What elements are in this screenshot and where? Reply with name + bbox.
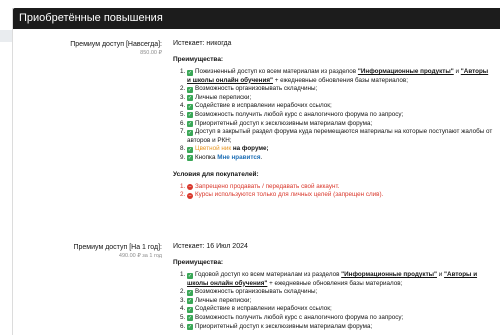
feature-text: Личные переписки;: [195, 93, 252, 101]
feature-text: Кнопка: [195, 153, 218, 161]
list-item: ✓Цветной ник на форуме;: [187, 145, 493, 154]
section-link[interactable]: "Информационные продукты": [341, 271, 437, 278]
check-icon: ✓: [187, 129, 193, 136]
condition-text: Запрещено продавать / передавать свой ак…: [195, 182, 340, 190]
list-item: ✓Доступ в закрытый раздел форума куда пе…: [187, 128, 493, 145]
feature-text: Приоритетный доступ к эксклюзивным матер…: [195, 322, 373, 330]
check-icon: ✓: [187, 95, 193, 102]
subscription-price: 490.00 ₽ за 1 год: [118, 253, 162, 259]
section-link[interactable]: "Информационные продукты": [358, 68, 454, 75]
feature-text: Пожизненный доступ ко всем материалам из…: [195, 68, 358, 75]
feature-text: Личные переписки;: [195, 296, 252, 304]
subscription-title: Премиум доступ [Навсегда]:: [70, 41, 162, 48]
list-item: ✓Годовой доступ ко всем материалам из ра…: [187, 271, 493, 288]
left-sidebar-strip: [0, 30, 12, 42]
subscription-label: Премиум доступ [На 1 год]: 490.00 ₽ за 1…: [13, 244, 162, 259]
features-list: ✓Годовой доступ ко всем материалам из ра…: [173, 271, 493, 331]
list-item: –Курсы используются только для личных це…: [187, 191, 493, 200]
check-icon: ✓: [187, 121, 193, 128]
features-title: Преимущества:: [173, 259, 224, 266]
feature-text: .: [260, 153, 263, 161]
list-item: ✓Возможность получить любой курс с анало…: [187, 314, 493, 323]
like-button-text: Мне нравится: [217, 153, 261, 161]
feature-text: + ежедневные обновления базы материалов;: [272, 76, 408, 84]
feature-text: и: [437, 271, 445, 278]
feature-text: + ежедневные обновления базы материалов;: [267, 279, 403, 287]
list-item: ✓Возможность организовывать складчины;: [187, 288, 493, 297]
feature-text: и: [453, 68, 461, 75]
feature-text: Возможность получить любой курс с аналог…: [195, 313, 404, 321]
condition-text: Курсы используются только для личных цел…: [195, 191, 384, 199]
check-icon: ✓: [187, 69, 193, 76]
no-entry-icon: –: [187, 184, 193, 191]
panel-header: Приобретённые повышения: [13, 8, 500, 29]
feature-text: Доступ в закрытый раздел форума куда пер…: [187, 128, 493, 144]
expiry-text: Истекает: никогда: [173, 40, 232, 47]
feature-text: Годовой доступ ко всем материалам из раз…: [195, 271, 342, 278]
check-icon: ✓: [187, 315, 193, 322]
list-item: ✓Пожизненный доступ ко всем материалам и…: [187, 68, 493, 85]
feature-text: на форуме;: [231, 145, 269, 153]
list-item: ✓Приоритетный доступ к эксклюзивным мате…: [187, 120, 493, 129]
list-item: ✓Приоритетный доступ к эксклюзивным мате…: [187, 323, 493, 332]
features-list: ✓Пожизненный доступ ко всем материалам и…: [173, 68, 493, 163]
feature-text: Содействие в исправлении нерабочих ссыло…: [195, 102, 332, 110]
check-icon: ✓: [187, 324, 193, 331]
list-item: ✓Содействие в исправлении нерабочих ссыл…: [187, 102, 493, 111]
feature-text: Возможность организовывать складчины;: [195, 288, 318, 296]
subscription-title: Премиум доступ [На 1 год]:: [73, 244, 162, 251]
subscription-price: 850.00 ₽: [140, 50, 162, 56]
no-entry-icon: –: [187, 192, 193, 199]
list-item: ✓Кнопка Мне нравится.: [187, 154, 493, 163]
list-item: –Запрещено продавать / передавать свой а…: [187, 183, 493, 192]
check-icon: ✓: [187, 289, 193, 296]
feature-text: Содействие в исправлении нерабочих ссыло…: [195, 305, 332, 313]
subscription-label: Премиум доступ [Навсегда]: 850.00 ₽: [13, 41, 162, 56]
check-icon: ✓: [187, 155, 193, 162]
list-item: ✓Возможность организовывать складчины;: [187, 85, 493, 94]
subscription-details: Истекает: никогда Преимущества: ✓Пожизне…: [173, 40, 493, 200]
feature-text: Возможность получить любой курс с аналог…: [195, 110, 404, 118]
upgrades-panel: Приобретённые повышения Премиум доступ […: [12, 8, 500, 335]
check-icon: ✓: [187, 86, 193, 93]
feature-text: Приоритетный доступ к эксклюзивным матер…: [195, 119, 373, 127]
expiry-text: Истекает: 16 Июл 2024: [173, 243, 248, 250]
check-icon: ✓: [187, 112, 193, 119]
check-icon: ✓: [187, 103, 193, 110]
features-title: Преимущества:: [173, 56, 224, 63]
list-item: ✓Возможность получить любой курс с анало…: [187, 111, 493, 120]
subscription-details: Истекает: 16 Июл 2024 Преимущества: ✓Год…: [173, 243, 493, 331]
conditions-list: –Запрещено продавать / передавать свой а…: [173, 183, 493, 200]
check-icon: ✓: [187, 298, 193, 305]
colored-nick-text: Цветной ник: [195, 145, 232, 153]
list-item: ✓Содействие в исправлении нерабочих ссыл…: [187, 305, 493, 314]
check-icon: ✓: [187, 272, 193, 279]
check-icon: ✓: [187, 146, 193, 153]
feature-text: Возможность организовывать складчины;: [195, 85, 318, 93]
check-icon: ✓: [187, 306, 193, 313]
conditions-title: Условия для покупателей:: [173, 170, 259, 178]
